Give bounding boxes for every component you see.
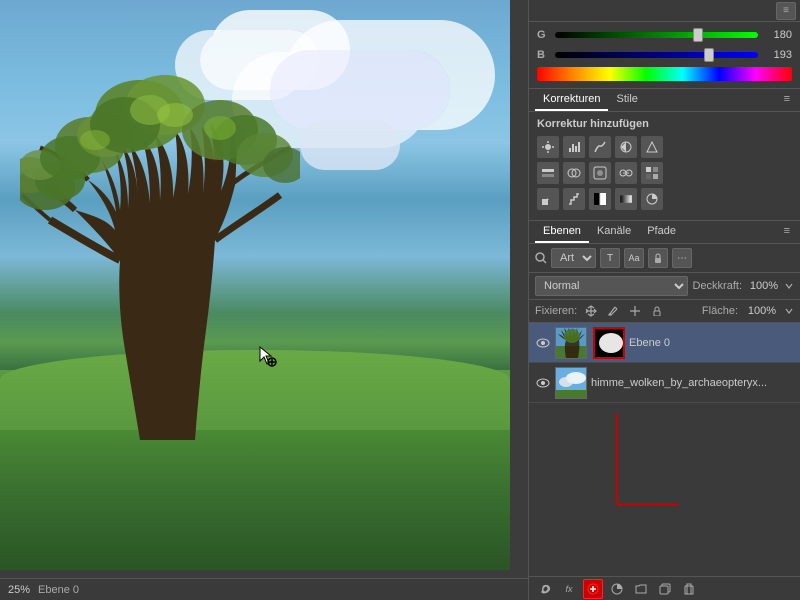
- canvas-doc-info: Ebene 0: [38, 584, 79, 596]
- b-slider-row: B 193: [537, 46, 792, 64]
- ebenen-panel: Ebenen Kanäle Pfade ≡ Art T Aa: [529, 221, 800, 600]
- flaeche-arrow[interactable]: [784, 306, 794, 316]
- lb-delete-icon[interactable]: [679, 579, 699, 599]
- correction-icons-row-1: [537, 136, 792, 158]
- correction-icons-row-2: [537, 162, 792, 184]
- layer-item-ebene0[interactable]: Ebene 0: [529, 323, 800, 363]
- korrekturen-tabs: Korrekturen Stile ≡: [529, 89, 800, 112]
- corr-icon-selectivecolor[interactable]: [641, 188, 663, 210]
- lb-fx-icon[interactable]: fx: [559, 579, 579, 599]
- canvas-bottom-bar: 25% Ebene 0: [0, 578, 528, 600]
- correction-icons-row-3: [537, 188, 792, 210]
- g-label: G: [537, 29, 549, 41]
- color-gradient-bar[interactable]: [537, 67, 792, 81]
- layer-name-sky: himme_wolken_by_archaeopteryx...: [591, 377, 794, 389]
- right-panel: ≡ G 180 B 193 Korrekturen Stile: [528, 0, 800, 600]
- top-icons-row: ≡: [529, 0, 800, 22]
- opacity-arrow[interactable]: [784, 281, 794, 291]
- tab-spacer: [646, 89, 780, 111]
- ebenen-icon-t[interactable]: T: [600, 248, 620, 268]
- layer-visibility-ebene0[interactable]: [535, 335, 551, 351]
- lb-copy-icon[interactable]: [655, 579, 675, 599]
- corr-icon-colortable[interactable]: [641, 162, 663, 184]
- flaeche-value: 100%: [744, 305, 776, 317]
- lb-folder-icon[interactable]: [631, 579, 651, 599]
- zoom-level: 25%: [8, 584, 30, 596]
- layer-thumb-sky: [555, 367, 587, 399]
- fixieren-label: Fixieren:: [535, 305, 577, 317]
- corr-icon-invert[interactable]: [537, 188, 559, 210]
- canvas-area: 25% Ebene 0: [0, 0, 528, 600]
- opacity-label: Deckkraft:: [692, 280, 742, 292]
- fix-icon-lock[interactable]: [649, 303, 665, 319]
- fixieren-row: Fixieren: Fläche: 100%: [529, 300, 800, 323]
- corr-icon-gradient[interactable]: [615, 188, 637, 210]
- tab-stile[interactable]: Stile: [608, 89, 645, 111]
- flaeche-label: Fläche:: [702, 305, 738, 317]
- g-value: 180: [764, 29, 792, 41]
- layers-list: Ebene 0 himme_wolke: [529, 323, 800, 576]
- ebenen-toolbar: Art T Aa ⋯: [529, 244, 800, 273]
- fix-icon-move[interactable]: [583, 303, 599, 319]
- ebenen-tabs: Ebenen Kanäle Pfade ≡: [529, 221, 800, 244]
- blend-mode-select[interactable]: Normal: [535, 276, 688, 296]
- filter-select[interactable]: Art: [551, 248, 596, 268]
- corr-icon-levels[interactable]: [563, 136, 585, 158]
- corr-icon-curves[interactable]: [589, 136, 611, 158]
- corr-icon-exposure[interactable]: [615, 136, 637, 158]
- lb-adjustment-icon[interactable]: [607, 579, 627, 599]
- layer-thumb-ebene0: [555, 327, 587, 359]
- layer-mask-ebene0: [593, 327, 625, 359]
- corr-icon-posterize[interactable]: [563, 188, 585, 210]
- b-value: 193: [764, 49, 792, 61]
- korrekturen-title: Korrektur hinzufügen: [537, 118, 792, 130]
- corr-icon-channelmixer[interactable]: [615, 162, 637, 184]
- opacity-value: 100%: [746, 280, 778, 292]
- g-slider-row: G 180: [537, 26, 792, 44]
- tab-ebenen[interactable]: Ebenen: [535, 221, 589, 243]
- korrekturen-content: Korrektur hinzufügen: [529, 112, 800, 221]
- fix-icon-brush[interactable]: [605, 303, 621, 319]
- corr-icon-brightness[interactable]: [537, 136, 559, 158]
- fix-icon-cross[interactable]: [627, 303, 643, 319]
- lb-new-layer-icon[interactable]: [583, 579, 603, 599]
- ebenen-tab-spacer: [684, 221, 780, 243]
- b-slider-thumb[interactable]: [704, 48, 714, 62]
- g-slider-track[interactable]: [555, 32, 758, 38]
- color-sliders: G 180 B 193: [529, 22, 800, 89]
- g-slider-thumb[interactable]: [693, 28, 703, 42]
- tab-kanaele[interactable]: Kanäle: [589, 221, 639, 243]
- b-slider-track[interactable]: [555, 52, 758, 58]
- layer-name-ebene0: Ebene 0: [629, 337, 794, 349]
- blend-opacity-row: Normal Deckkraft: 100%: [529, 273, 800, 300]
- corr-icon-hsl[interactable]: [537, 162, 559, 184]
- panel-icon-1[interactable]: ≡: [776, 2, 796, 20]
- b-label: B: [537, 49, 549, 61]
- corr-icon-photofilter[interactable]: [589, 162, 611, 184]
- lb-link-icon[interactable]: [535, 579, 555, 599]
- corr-icon-colorbalance[interactable]: [563, 162, 585, 184]
- tree-svg: [20, 40, 300, 440]
- tab-pfade[interactable]: Pfade: [639, 221, 684, 243]
- cloud-3: [300, 120, 400, 170]
- ebenen-icon-lock[interactable]: [648, 248, 668, 268]
- cursor: [258, 345, 274, 361]
- app-container: 25% Ebene 0 ≡ G 180 B 193: [0, 0, 800, 600]
- canvas-image: [0, 0, 510, 570]
- tab-korrekturen[interactable]: Korrekturen: [535, 89, 608, 111]
- layers-bottom-bar: fx: [529, 576, 800, 600]
- filter-icon: [535, 252, 547, 264]
- layer-visibility-sky[interactable]: [535, 375, 551, 391]
- panel-menu-button[interactable]: ≡: [780, 89, 794, 111]
- ebenen-panel-menu[interactable]: ≡: [780, 221, 794, 243]
- ebenen-icon-font[interactable]: Aa: [624, 248, 644, 268]
- ebenen-icon-filter[interactable]: ⋯: [672, 248, 692, 268]
- corr-icon-vibrance[interactable]: [641, 136, 663, 158]
- corr-icon-threshold[interactable]: [589, 188, 611, 210]
- layer-item-sky[interactable]: himme_wolken_by_archaeopteryx...: [529, 363, 800, 403]
